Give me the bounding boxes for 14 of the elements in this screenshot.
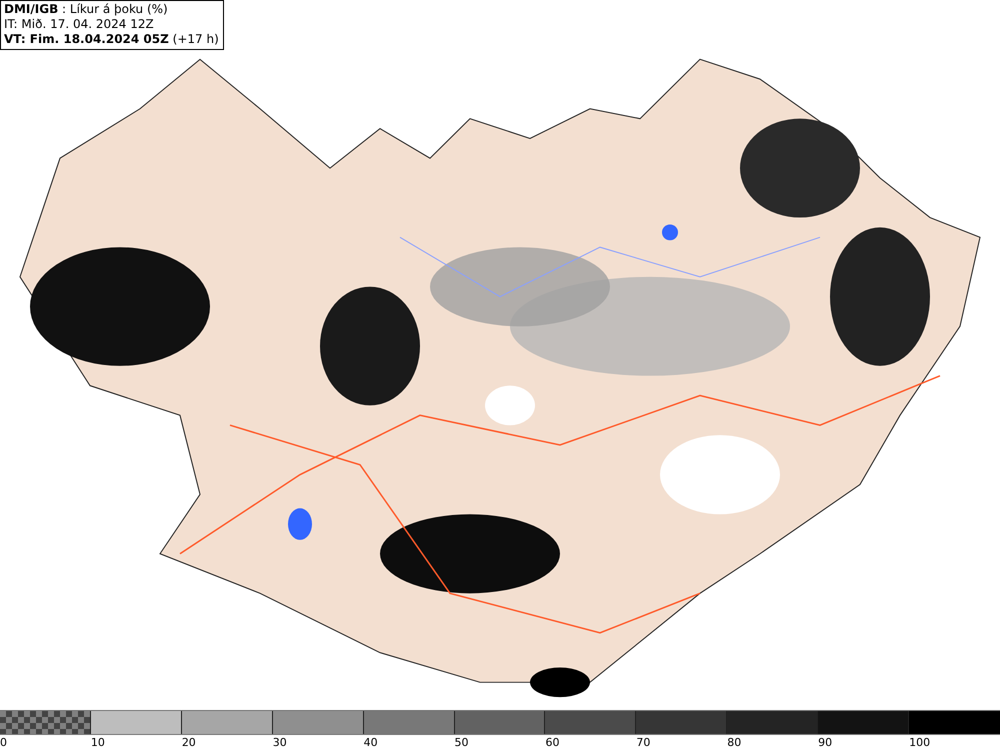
title-line: VT: Fim. 18.04.2024 05Z (+17 h): [4, 32, 219, 47]
scale-label: 100: [909, 735, 930, 750]
scale-label: 50: [454, 735, 469, 750]
scale-label: 60: [545, 735, 560, 750]
scale-label: 80: [727, 735, 742, 750]
scale-label: 70: [636, 735, 650, 750]
scale-label: 90: [818, 735, 832, 750]
scale-label: 10: [90, 735, 105, 750]
title-line: DMI/IGB : Líkur á þoku (%): [4, 2, 169, 17]
scale-label: 40: [364, 735, 378, 750]
scale-label: 30: [272, 735, 287, 750]
title-line: IT: Mið. 17. 04. 2024 12Z: [4, 17, 155, 32]
scale-label: 20: [182, 735, 196, 750]
scale-label: 0: [0, 735, 7, 750]
